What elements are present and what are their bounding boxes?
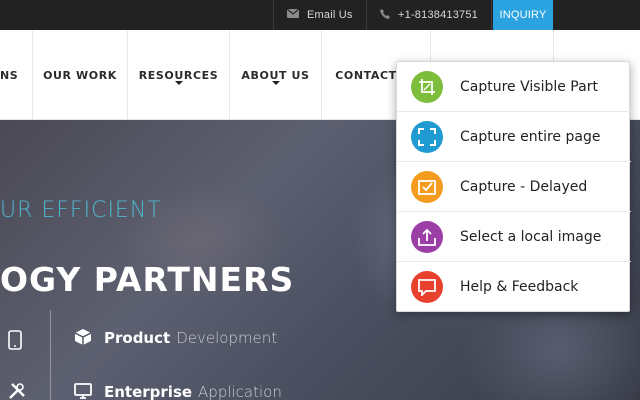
phone-icon: [380, 8, 390, 22]
menu-item-label: Capture entire page: [460, 128, 601, 145]
service-enterprise-application[interactable]: Enterprise Application: [74, 382, 282, 400]
capture-menu-popup: Capture Visible Part Capture entire page…: [396, 61, 631, 312]
menu-item-help-feedback[interactable]: Help & Feedback: [397, 262, 631, 312]
upload-icon: [411, 220, 443, 253]
hero-divider: [50, 310, 51, 400]
phone-number: +1-8138413751: [398, 9, 478, 21]
menu-item-capture-entire-page[interactable]: Capture entire page: [397, 112, 631, 162]
nav-item-solutions[interactable]: NS: [0, 30, 32, 120]
envelope-icon: [286, 8, 300, 21]
menu-item-label: Capture - Delayed: [460, 178, 588, 195]
menu-item-label: Capture Visible Part: [460, 78, 598, 95]
topbar-divider: [366, 0, 367, 30]
top-bar: Email Us +1-8138413751 INQUIRY: [0, 0, 640, 30]
crop-icon: [411, 70, 443, 103]
service-descriptor: Application: [198, 383, 282, 400]
menu-item-capture-visible-part[interactable]: Capture Visible Part: [397, 62, 631, 112]
nav-item-label: ABOUT US: [241, 68, 310, 82]
nav-item-label: NS: [0, 68, 19, 82]
menu-item-label: Select a local image: [460, 228, 602, 245]
nav-item-label: OUR WORK: [43, 68, 117, 82]
monitor-icon: [74, 382, 94, 400]
menu-item-capture-delayed[interactable]: Capture - Delayed: [397, 162, 631, 212]
delayed-check-icon: [411, 170, 443, 203]
nav-item-label: RESOURCES: [138, 68, 219, 82]
nav-item-resources[interactable]: RESOURCES: [128, 30, 229, 120]
tools-icon: [8, 382, 28, 400]
menu-item-label: Help & Feedback: [460, 279, 579, 295]
service-name: Enterprise: [104, 383, 193, 400]
email-us-link[interactable]: Email Us: [286, 0, 353, 30]
mobile-icon: [8, 330, 28, 350]
email-us-label: Email Us: [307, 9, 353, 21]
topbar-divider: [273, 0, 274, 30]
chevron-down-icon: [271, 81, 280, 85]
topbar-divider: [491, 0, 492, 30]
phone-link[interactable]: +1-8138413751: [380, 0, 478, 30]
nav-item-about-us[interactable]: ABOUT US: [230, 30, 321, 120]
chevron-down-icon: [174, 81, 183, 85]
menu-item-select-local-image[interactable]: Select a local image: [397, 212, 631, 262]
nav-item-label: CONTACT: [335, 68, 397, 82]
feedback-icon: [411, 271, 443, 303]
nav-item-our-work[interactable]: OUR WORK: [33, 30, 127, 120]
hero-headline: OGY PARTNERS: [0, 260, 295, 299]
service-product-development[interactable]: Product Development: [74, 328, 277, 348]
inquiry-button[interactable]: INQUIRY: [493, 0, 553, 30]
hero-tagline: UR EFFICIENT: [0, 198, 162, 223]
fullscreen-icon: [411, 120, 443, 153]
service-name: Product: [104, 329, 171, 347]
cube-icon: [74, 328, 94, 348]
service-descriptor: Development: [176, 329, 278, 347]
